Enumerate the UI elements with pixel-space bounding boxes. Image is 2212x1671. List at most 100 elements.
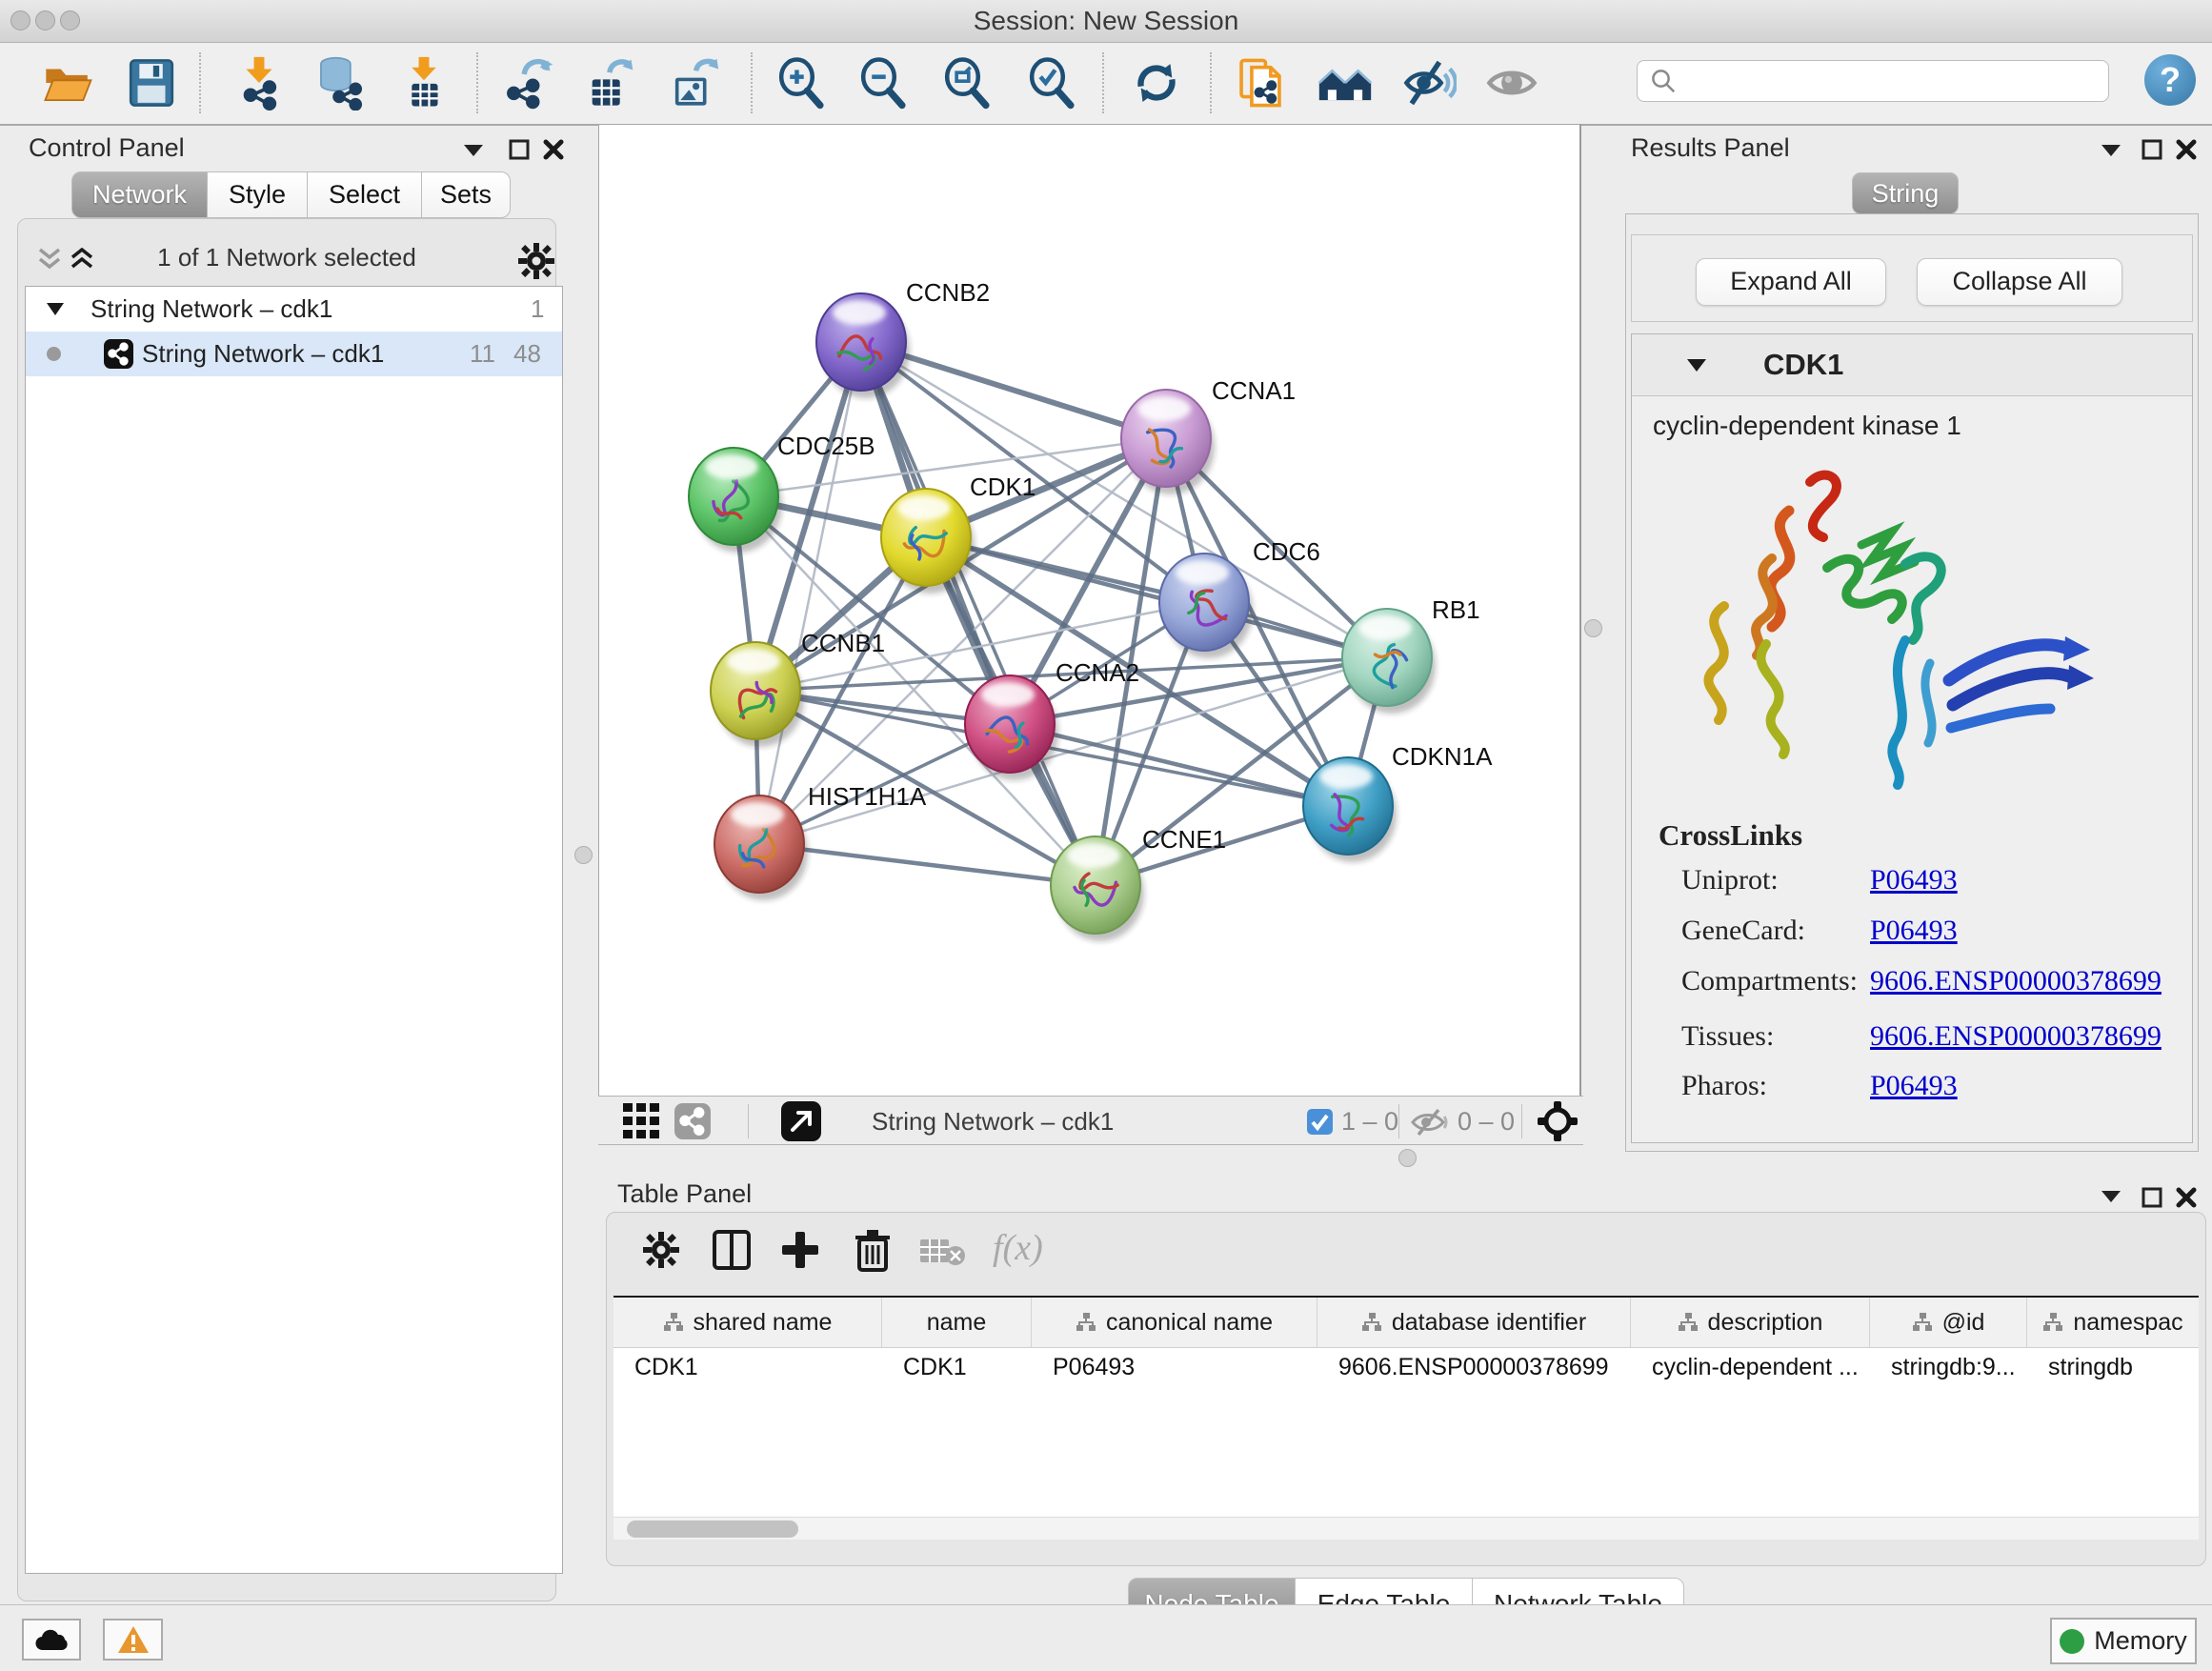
column-header-database-identifier[interactable]: database identifier: [1317, 1298, 1631, 1347]
network-row-selected[interactable]: String Network – cdk1 11 48: [26, 332, 562, 376]
apply-layout-icon[interactable]: [1129, 55, 1184, 111]
network-collection-row[interactable]: String Network – cdk1 1: [26, 287, 562, 332]
results-panel-menu-icon[interactable]: [2101, 145, 2121, 158]
column-header-name[interactable]: name: [882, 1298, 1032, 1347]
network-node-CCNE1[interactable]: CCNE1: [1051, 825, 1226, 941]
table-row[interactable]: CDK1 CDK1 P06493 9606.ENSP00000378699 cy…: [613, 1348, 2199, 1386]
cell-shared-name[interactable]: CDK1: [613, 1348, 882, 1386]
splitter-handle-right[interactable]: [1584, 619, 1602, 637]
results-panel-float-icon[interactable]: [2142, 139, 2162, 160]
zoom-selected-icon[interactable]: [1024, 55, 1079, 111]
show-all-icon[interactable]: [1317, 55, 1373, 111]
import-table-file-icon[interactable]: [396, 55, 452, 111]
export-network-icon[interactable]: [498, 55, 553, 111]
toolbar-separator: [1210, 52, 1212, 113]
export-table-icon[interactable]: [580, 55, 635, 111]
warnings-button[interactable]: [103, 1619, 163, 1661]
table-options-gear-icon[interactable]: [643, 1232, 679, 1268]
network-canvas[interactable]: CCNB2CCNA1CDC25BCDK1CDC6RB1CCNB1CCNA2CDK…: [598, 124, 1581, 1096]
network-node-CDKN1A[interactable]: CDKN1A: [1303, 742, 1493, 862]
expand-all-button[interactable]: Expand All: [1696, 258, 1886, 306]
network-node-CDC6[interactable]: CDC6: [1159, 537, 1320, 658]
add-column-icon[interactable]: [781, 1230, 819, 1270]
window-title: Session: New Session: [0, 0, 2212, 42]
network-view-mode-icon[interactable]: [674, 1103, 711, 1139]
scrollbar-thumb[interactable]: [627, 1520, 798, 1538]
entry-expander-icon[interactable]: [1687, 359, 1706, 372]
toolbar-separator: [476, 52, 478, 113]
tab-sets[interactable]: Sets: [421, 171, 511, 218]
network-node-HIST1H1A[interactable]: HIST1H1A: [714, 782, 927, 900]
cdk1-entry-header[interactable]: CDK1: [1632, 334, 2192, 396]
crosslink-label: Uniprot:: [1681, 864, 1779, 896]
select-columns-icon[interactable]: [713, 1230, 751, 1270]
network-node-RB1[interactable]: RB1: [1342, 595, 1480, 714]
network-collection-label: String Network – cdk1: [90, 287, 332, 332]
column-header-shared-name[interactable]: shared name: [613, 1298, 882, 1347]
control-panel-float-icon[interactable]: [509, 139, 530, 160]
show-hidden-icon[interactable]: [1484, 55, 1539, 111]
tab-string[interactable]: String: [1852, 172, 1959, 214]
grid-view-icon[interactable]: [623, 1103, 661, 1139]
tab-network[interactable]: Network: [71, 171, 208, 218]
detach-view-icon[interactable]: [781, 1101, 821, 1141]
cell-canonical-name[interactable]: P06493: [1032, 1348, 1317, 1386]
table-horizontal-scrollbar[interactable]: [613, 1517, 2199, 1540]
control-panel-close-icon[interactable]: [543, 139, 564, 160]
network-row-label: String Network – cdk1: [142, 332, 384, 376]
search-input[interactable]: [1678, 67, 2108, 96]
crosslink-compartments-link[interactable]: 9606.ENSP00000378699: [1870, 965, 2162, 997]
network-edge-HIST1H1A-CCNE1[interactable]: [759, 844, 1096, 885]
table-panel-close-icon[interactable]: [2176, 1187, 2197, 1208]
crosslink-tissues-link[interactable]: 9606.ENSP00000378699: [1870, 1020, 2162, 1053]
cloud-status-button[interactable]: [22, 1619, 81, 1661]
save-session-icon[interactable]: [124, 55, 179, 111]
control-panel-menu-icon[interactable]: [464, 145, 483, 158]
column-header-id[interactable]: @id: [1870, 1298, 2027, 1347]
cell-name[interactable]: CDK1: [882, 1348, 1032, 1386]
memory-button[interactable]: Memory: [2050, 1618, 2197, 1664]
cell-namespace[interactable]: stringdb: [2027, 1348, 2199, 1386]
tree-expander-icon[interactable]: [47, 303, 64, 316]
splitter-handle-bottom[interactable]: [1398, 1149, 1417, 1167]
crosslink-uniprot-link[interactable]: P06493: [1870, 864, 1958, 896]
table-panel-float-icon[interactable]: [2142, 1187, 2162, 1208]
help-button[interactable]: ?: [2144, 54, 2196, 106]
results-panel-close-icon[interactable]: [2176, 139, 2197, 160]
network-view-title: String Network – cdk1: [872, 1097, 1114, 1146]
crosslink-pharos-link[interactable]: P06493: [1870, 1070, 1958, 1102]
network-node-CCNB2[interactable]: CCNB2: [816, 278, 990, 398]
zoom-out-icon[interactable]: [855, 55, 911, 111]
cell-id[interactable]: stringdb:9...: [1870, 1348, 2027, 1386]
network-edge-CCNB2-HIST1H1A[interactable]: [759, 342, 861, 844]
export-image-icon[interactable]: [665, 55, 720, 111]
memory-status-dot: [2060, 1629, 2084, 1654]
hide-selected-icon[interactable]: [1401, 55, 1457, 111]
open-session-icon[interactable]: [40, 55, 95, 111]
zoom-in-icon[interactable]: [774, 55, 829, 111]
column-header-description[interactable]: description: [1631, 1298, 1870, 1347]
birds-eye-crosshair-icon[interactable]: [1538, 1101, 1578, 1141]
column-header-namespace[interactable]: namespac: [2027, 1298, 2199, 1347]
network-node-CCNA1[interactable]: CCNA1: [1121, 376, 1296, 494]
selected-checkbox-icon[interactable]: [1307, 1109, 1333, 1135]
crosslink-label: Pharos:: [1681, 1070, 1767, 1102]
network-node-CCNB1[interactable]: CCNB1: [711, 629, 885, 747]
tab-style[interactable]: Style: [207, 171, 308, 218]
cell-description[interactable]: cyclin-dependent ...: [1631, 1348, 1870, 1386]
table-panel-menu-icon[interactable]: [2101, 1191, 2121, 1204]
delete-column-trash-icon[interactable]: [854, 1228, 892, 1272]
clone-network-icon[interactable]: [1233, 55, 1288, 111]
column-header-canonical-name[interactable]: canonical name: [1032, 1298, 1317, 1347]
import-network-file-icon[interactable]: [231, 55, 287, 111]
import-network-database-icon[interactable]: [312, 55, 367, 111]
zoom-fit-content-icon[interactable]: [939, 55, 995, 111]
crosslink-genecard-link[interactable]: P06493: [1870, 915, 1958, 947]
tab-select[interactable]: Select: [307, 171, 422, 218]
cell-database-identifier[interactable]: 9606.ENSP00000378699: [1317, 1348, 1631, 1386]
search-box[interactable]: [1637, 60, 2109, 102]
network-options-gear-icon[interactable]: [518, 243, 554, 279]
collapse-all-button[interactable]: Collapse All: [1917, 258, 2122, 306]
netbar-separator: [1398, 1104, 1399, 1138]
splitter-handle-left[interactable]: [574, 846, 593, 864]
